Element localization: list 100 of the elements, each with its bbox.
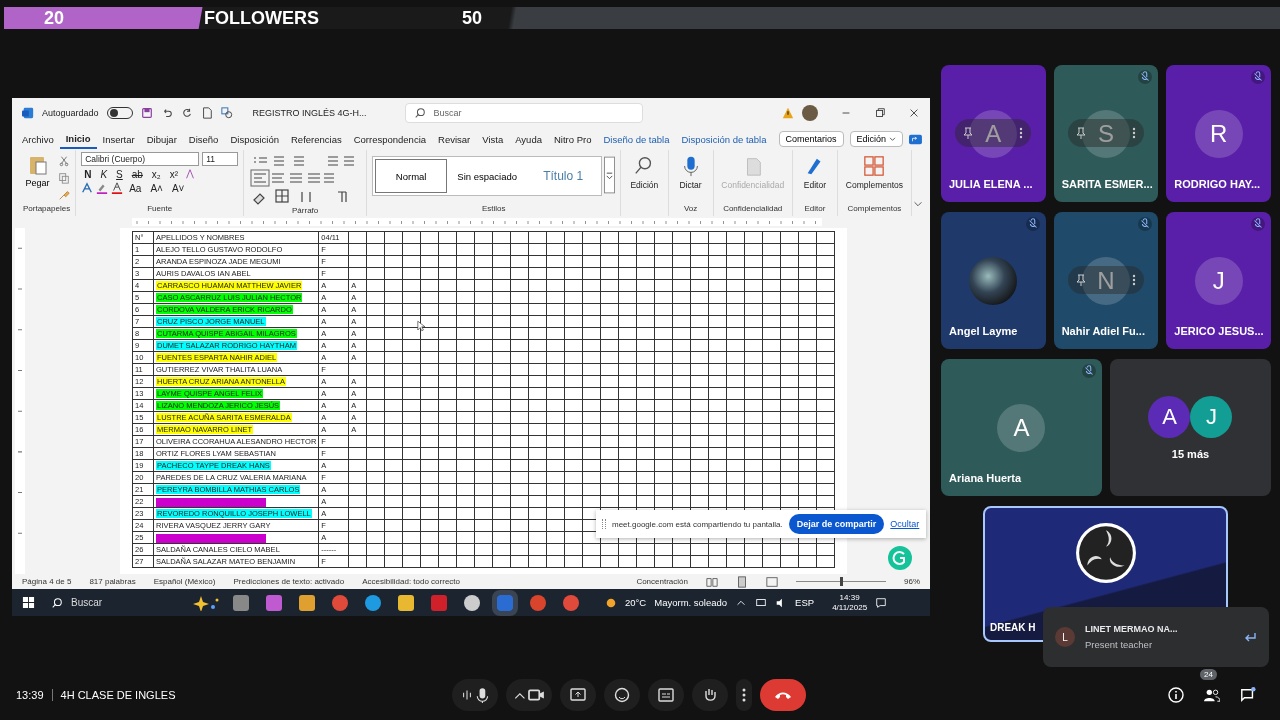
tile-controls[interactable] xyxy=(1068,119,1144,147)
clear-format-icon[interactable] xyxy=(184,168,197,180)
weather-sun-icon[interactable] xyxy=(605,596,617,609)
page-count[interactable]: Página 4 de 5 xyxy=(22,577,72,586)
more-options-icon[interactable] xyxy=(1132,274,1136,286)
language-status[interactable]: Español (México) xyxy=(153,577,216,586)
ribbon-tab[interactable]: Vista xyxy=(476,130,510,148)
ribbon-tab[interactable]: Ayuda xyxy=(509,130,548,148)
print-layout-icon[interactable] xyxy=(736,575,748,588)
microphone-button[interactable] xyxy=(452,679,498,711)
word-count[interactable]: 817 palabras xyxy=(89,577,136,586)
chat-icon[interactable] xyxy=(1238,685,1258,705)
chat-notification[interactable]: L LINET MERMAO NA... Present teacher xyxy=(1043,607,1269,667)
captions-button[interactable] xyxy=(648,679,684,711)
format-button[interactable]: x₂ xyxy=(148,168,164,180)
save-icon[interactable] xyxy=(140,107,153,119)
ribbon-tab[interactable]: Dibujar xyxy=(140,130,183,148)
comments-button[interactable]: Comentarios xyxy=(778,131,844,147)
hide-link[interactable]: Ocultar xyxy=(890,519,920,529)
ribbon-tab[interactable]: Diseño de tabla xyxy=(597,130,676,148)
search-field[interactable]: Buscar xyxy=(404,103,643,123)
format-button[interactable]: K xyxy=(97,168,111,180)
taskbar-search-field[interactable]: Buscar xyxy=(43,594,221,611)
styles-more-icon[interactable] xyxy=(604,155,616,195)
web-layout-icon[interactable] xyxy=(766,575,778,588)
clock-date[interactable]: 4/11/2025 xyxy=(832,602,868,613)
ribbon-tab[interactable]: Disposición xyxy=(224,130,285,148)
ribbon-tab[interactable]: Correspondencia xyxy=(347,130,433,148)
network-icon[interactable] xyxy=(755,596,768,609)
weather-text[interactable]: Mayorm. soleado xyxy=(654,597,728,608)
copy-icon[interactable] xyxy=(57,172,70,184)
ribbon-tab[interactable]: Insertar xyxy=(96,130,141,148)
tile-controls[interactable] xyxy=(955,119,1032,147)
reply-icon[interactable] xyxy=(1243,630,1257,644)
drag-handle-icon[interactable] xyxy=(602,519,606,529)
temperature[interactable]: 20°C xyxy=(625,597,647,608)
more-participants-tile[interactable]: A J 15 más xyxy=(1110,359,1271,496)
ribbon-tab[interactable]: Nitro Pro xyxy=(547,130,598,148)
more-options-icon[interactable] xyxy=(1019,127,1024,139)
style-option[interactable]: Normal xyxy=(373,157,450,195)
zoom-level[interactable]: 96% xyxy=(904,577,920,586)
pin-icon[interactable] xyxy=(1076,127,1086,139)
format-button[interactable]: x² xyxy=(166,168,182,180)
ribbon-tab[interactable]: Diseño xyxy=(182,130,225,148)
profile-avatar[interactable] xyxy=(802,105,818,121)
warning-icon[interactable] xyxy=(782,107,794,119)
document-title[interactable]: REGISTRO INGLÉS 4G-H... xyxy=(252,108,367,118)
clock-time[interactable]: 14:39 xyxy=(839,592,860,603)
restore-icon[interactable] xyxy=(874,107,886,119)
cut-icon[interactable] xyxy=(57,155,70,167)
raise-hand-button[interactable] xyxy=(692,679,728,711)
text-size-button[interactable]: A˅ xyxy=(168,182,188,194)
pin-icon[interactable] xyxy=(1076,274,1086,286)
ribbon-tab[interactable]: Inicio xyxy=(59,129,97,149)
more-options-button[interactable] xyxy=(736,679,752,711)
format-button[interactable]: ab xyxy=(128,168,146,180)
ribbon-tab[interactable]: Referencias xyxy=(285,130,348,148)
font-color-icon[interactable] xyxy=(111,182,124,194)
camera-button[interactable] xyxy=(506,679,552,711)
ribbon-tool-button[interactable]: Complementos xyxy=(839,152,910,191)
redo-icon[interactable] xyxy=(180,107,193,119)
close-icon[interactable] xyxy=(908,107,920,119)
new-document-icon[interactable] xyxy=(200,107,213,119)
format-button[interactable]: N xyxy=(81,168,95,180)
font-name-field[interactable]: Calibri (Cuerpo) xyxy=(81,152,200,166)
ribbon-tab[interactable]: Archivo xyxy=(16,130,60,148)
windows-start-icon[interactable] xyxy=(22,596,35,609)
stop-sharing-button[interactable]: Dejar de compartir xyxy=(788,514,885,534)
participant-tile[interactable]: Angel Layme xyxy=(941,212,1046,349)
ribbon-tool-button[interactable]: Edición xyxy=(624,152,665,191)
predictions-status[interactable]: Predicciones de texto: activado xyxy=(233,577,345,586)
read-mode-icon[interactable] xyxy=(706,575,718,588)
accessibility-status[interactable]: Accesibilidad: todo correcto xyxy=(362,577,460,586)
participant-tile[interactable]: J JERICO JESUS... xyxy=(1166,212,1271,349)
ribbon-tab[interactable]: Revisar xyxy=(432,130,477,148)
paste-button[interactable]: Pegar xyxy=(23,152,52,190)
highlighter-icon[interactable] xyxy=(96,182,109,194)
ribbon-tool-button[interactable]: Dictar xyxy=(673,152,708,191)
participant-tile[interactable]: N Nahir Adiel Fu... xyxy=(1053,212,1159,349)
pin-icon[interactable] xyxy=(963,127,974,139)
more-options-icon[interactable] xyxy=(1132,127,1136,139)
ribbon-tab[interactable]: Disposición de tabla xyxy=(675,130,773,148)
font-size-field[interactable]: 11 xyxy=(202,152,239,166)
present-screen-button[interactable] xyxy=(560,679,596,711)
participant-tile[interactable]: A Ariana Huerta xyxy=(941,359,1102,496)
ribbon-tool-button[interactable]: Editor xyxy=(797,152,832,191)
format-button[interactable]: S xyxy=(113,168,126,180)
notification-icon[interactable] xyxy=(875,596,888,609)
participant-tile[interactable]: A JULIA ELENA ... xyxy=(941,65,1046,202)
participant-tile[interactable]: R RODRIGO HAY... xyxy=(1166,65,1271,202)
text-size-button[interactable]: A˄ xyxy=(147,182,166,194)
tile-controls[interactable] xyxy=(1068,266,1144,294)
text-size-button[interactable]: Aa xyxy=(126,182,145,194)
emoji-button[interactable] xyxy=(604,679,640,711)
info-icon[interactable] xyxy=(1166,685,1186,705)
editing-mode-button[interactable]: Edición xyxy=(849,131,904,147)
participant-tile[interactable]: S SARITA ESMER... xyxy=(1053,65,1159,202)
focus-mode-button[interactable]: Concentración xyxy=(636,577,688,586)
input-language[interactable]: ESP xyxy=(795,597,815,608)
brush-icon[interactable] xyxy=(57,189,70,201)
